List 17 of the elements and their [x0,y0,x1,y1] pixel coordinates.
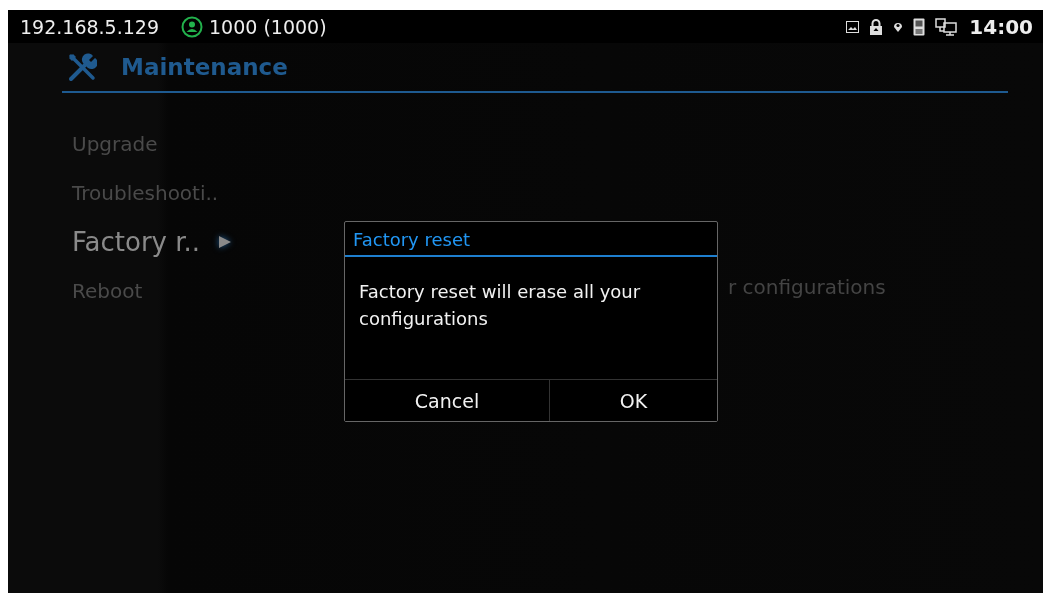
tools-icon [67,52,97,82]
lock-icon [869,18,884,35]
image-icon [846,20,860,33]
location-icon [893,20,904,33]
cancel-button[interactable]: Cancel [345,380,550,421]
page-title: Maintenance [121,54,288,80]
triangle-icon [218,234,233,249]
dialog-message: Factory reset will erase all your configurations [358,280,642,331]
dialog-title: Factory reset [345,222,717,257]
account-label: 1000 (1000) [209,15,327,38]
description-text: r configurations [728,275,886,299]
menu-item[interactable]: Factory r.. [72,217,342,266]
network-icon [935,17,958,36]
clock-time: 14:00 [969,14,1033,39]
account-icon [181,15,203,38]
phone-icon [913,17,926,36]
ip-address: 192.168.5.129 [20,15,159,38]
